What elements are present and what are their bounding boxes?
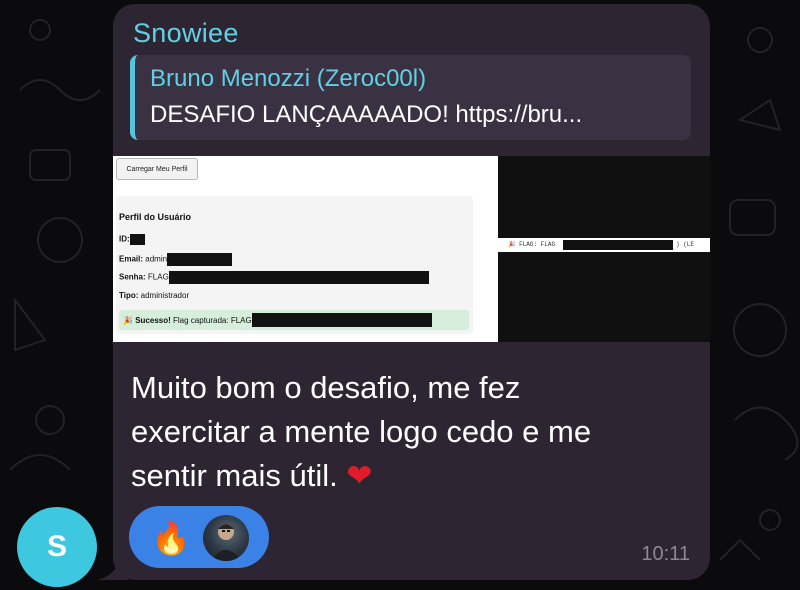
message-line: Muito bom o desafio, me fez [131, 370, 521, 405]
redaction-bar [167, 253, 233, 266]
reply-text: DESAFIO LANÇAAAAADO! https://bru... [150, 101, 583, 128]
load-profile-button: Carregar Meu Perfil [116, 158, 198, 180]
redaction-bar [129, 234, 145, 245]
message-line-last: sentir mais útil. ❤ [131, 458, 373, 494]
redaction-bar [168, 271, 429, 284]
sender-name[interactable]: Snowiee [133, 18, 239, 49]
reactor-avatar [203, 515, 249, 561]
terminal-text: 🎉 FLAG: FLAG [508, 241, 556, 248]
message-timestamp: 10:11 [641, 543, 690, 565]
profile-card: Perfil do Usuário ID: Email: admin Senha… [116, 196, 473, 334]
screenshot-terminal-panel: 🎉 FLAG: FLAG ) (LE [498, 156, 710, 342]
success-banner: 🎉 Sucesso! Flag capturada: FLAG [119, 310, 469, 330]
message-line: exercitar a mente logo cedo e me [131, 414, 592, 449]
party-icon: 🎉 [123, 315, 133, 325]
heart-icon: ❤ [346, 458, 373, 494]
profile-title: Perfil do Usuário [119, 212, 192, 222]
profile-id-row: ID: [119, 234, 145, 245]
redaction-bar [251, 313, 432, 327]
message-bubble[interactable]: Snowiee Bruno Menozzi (Zeroc00l) DESAFIO… [113, 4, 710, 580]
reaction-pill[interactable]: 🔥 [129, 506, 269, 568]
attached-screenshot[interactable]: Carregar Meu Perfil Perfil do Usuário ID… [113, 156, 710, 342]
message-text: Muito bom o desafio, me fez exercitar a … [131, 366, 691, 498]
profile-tipo-row: Tipo: administrador [119, 291, 190, 300]
sender-avatar[interactable]: S [17, 507, 97, 587]
redaction-bar [563, 240, 673, 250]
profile-email-row: Email: admin [119, 253, 233, 266]
screenshot-browser-panel: Carregar Meu Perfil Perfil do Usuário ID… [113, 156, 498, 342]
profile-senha-row: Senha: FLAG [119, 271, 429, 284]
reply-author: Bruno Menozzi (Zeroc00l) [150, 65, 427, 92]
terminal-line: 🎉 FLAG: FLAG ) (LE [498, 238, 710, 252]
terminal-tail: ) (LE [676, 241, 695, 248]
reply-preview[interactable]: Bruno Menozzi (Zeroc00l) DESAFIO LANÇAAA… [130, 55, 691, 140]
avatar-initial: S [46, 530, 67, 563]
fire-icon: 🔥 [151, 519, 191, 557]
